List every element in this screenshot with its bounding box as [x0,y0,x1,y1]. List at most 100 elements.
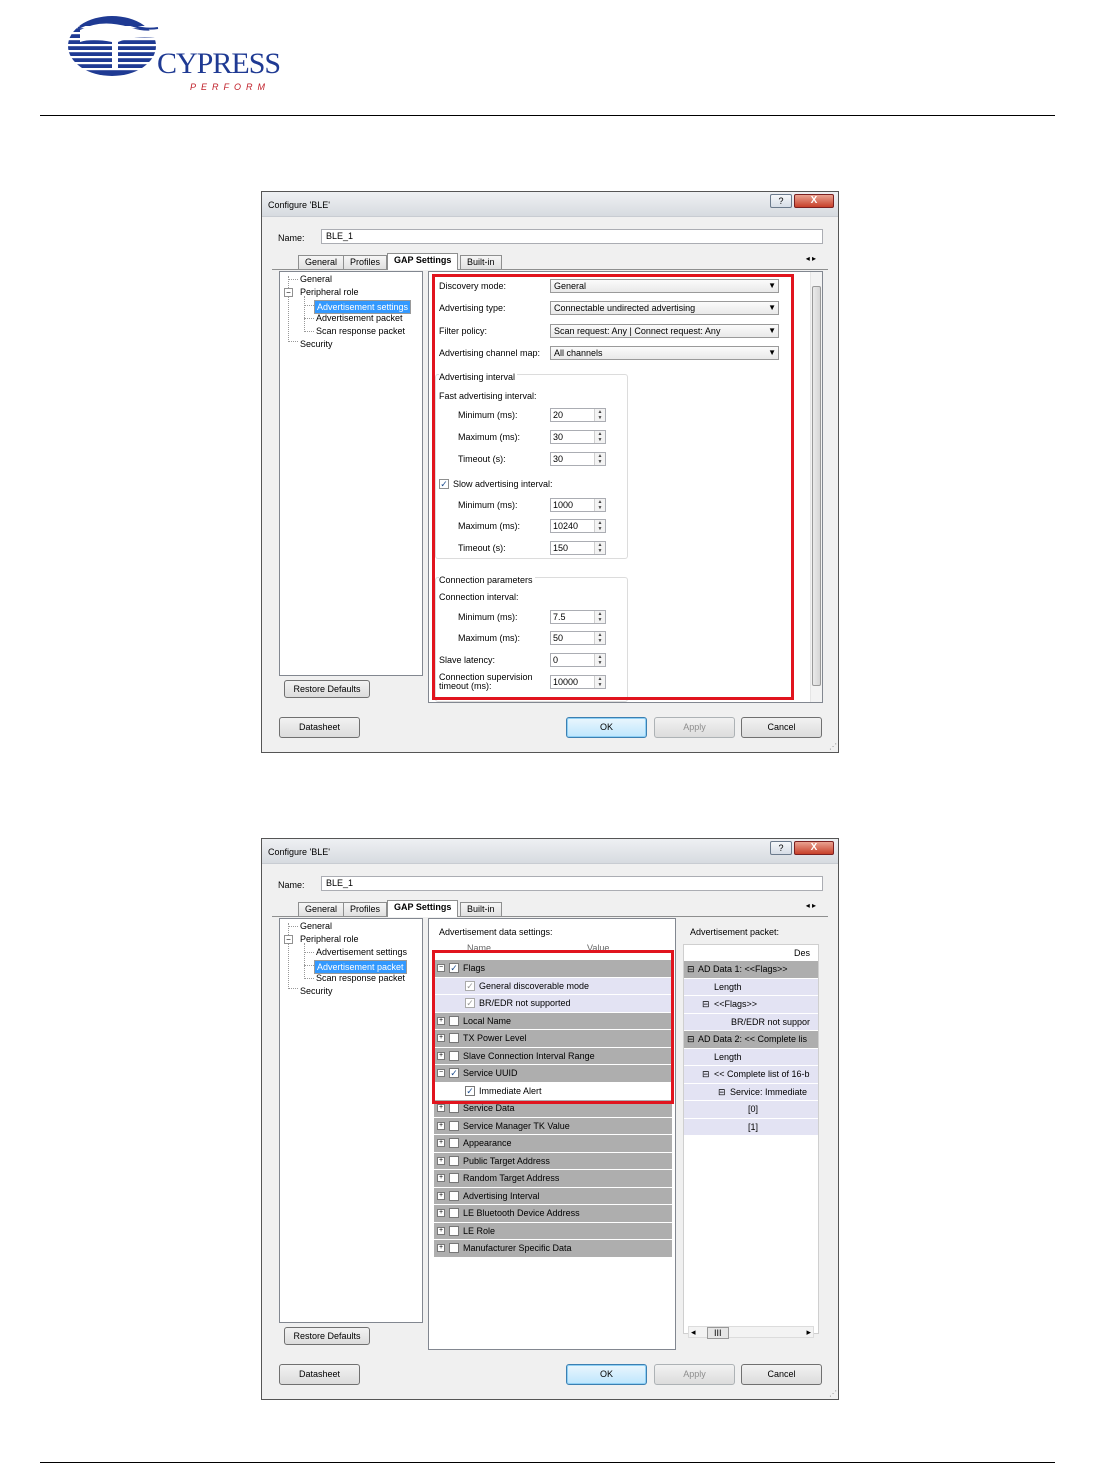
checkbox[interactable] [449,1225,459,1236]
tree-item-advertisement-settings[interactable]: Advertisement settings [314,300,412,314]
packet-row[interactable]: ⊟ <<Flags>> [684,996,818,1014]
horizontal-scrollbar[interactable]: ◂ III ▸ [688,1326,814,1339]
configure-dialog-gap-settings: Configure 'BLE' ? X Name: BLE_1 General … [261,191,839,753]
checkbox[interactable] [449,1173,459,1183]
name-input[interactable]: BLE_1 [321,876,823,891]
tab-scroll-arrows[interactable]: ◂ ▸ [806,901,816,910]
row-public-target-address[interactable]: + Public Target Address [434,1152,672,1170]
tree-item-peripheral-role[interactable]: Peripheral role [300,934,359,944]
apply-button[interactable]: Apply [654,1364,735,1385]
tree-item-general[interactable]: General [300,921,332,931]
expand-icon[interactable]: + [437,1156,445,1165]
checkbox[interactable] [449,1190,459,1201]
row-advertising-interval[interactable]: + Advertising Interval [434,1187,672,1205]
tab-built-in[interactable]: Built-in [460,255,502,269]
row-le-role[interactable]: + LE Role [434,1222,672,1240]
header-rule [40,115,1055,116]
footer-rule [40,1462,1055,1463]
row-le-bluetooth-device-address[interactable]: + LE Bluetooth Device Address [434,1205,672,1223]
collapse-icon[interactable]: ⊟ [687,964,695,975]
datasheet-button[interactable]: Datasheet [279,717,360,738]
restore-defaults-button[interactable]: Restore Defaults [284,1327,370,1345]
tree-item-advertisement-settings[interactable]: Advertisement settings [316,947,407,957]
checkbox[interactable] [449,1103,459,1113]
packet-row-label: Length [714,981,742,992]
packet-row[interactable]: ⊟ Service: Immediate [684,1083,818,1101]
collapse-icon[interactable]: ⊟ [687,1034,695,1045]
resize-grip-icon[interactable]: ⋰ [829,742,837,751]
close-button[interactable]: X [794,841,834,855]
tree-item-advertisement-packet[interactable]: Advertisement packet [316,313,403,323]
datasheet-button[interactable]: Datasheet [279,1364,360,1385]
tab-profiles[interactable]: Profiles [343,902,388,916]
row-service-manager-tk[interactable]: + Service Manager TK Value [434,1117,672,1135]
collapse-icon[interactable]: − [284,935,293,944]
apply-button[interactable]: Apply [654,717,735,738]
collapse-icon[interactable]: ⊟ [702,999,710,1010]
expand-icon[interactable]: + [437,1226,445,1235]
packet-row-label: [0] [748,1104,759,1114]
expand-icon[interactable]: + [437,1139,445,1147]
packet-row[interactable]: BR/EDR not suppor [684,1013,818,1031]
cancel-button[interactable]: Cancel [741,1364,822,1385]
help-button[interactable]: ? [770,841,792,855]
packet-row[interactable]: Length [684,978,818,996]
highlight-box [432,274,794,700]
tab-gap-settings[interactable]: GAP Settings [387,253,459,270]
collapse-icon[interactable]: ⊟ [718,1087,726,1098]
expand-icon[interactable]: + [437,1104,445,1112]
packet-row[interactable]: ⊟ << Complete list of 16-b [684,1066,818,1084]
cancel-button[interactable]: Cancel [741,717,822,738]
tree-item-advertisement-packet[interactable]: Advertisement packet [314,960,407,974]
expand-icon[interactable]: + [437,1244,445,1252]
checkbox[interactable] [449,1208,459,1218]
row-label: LE Role [463,1225,496,1236]
tab-gap-settings[interactable]: GAP Settings [387,900,459,917]
row-random-target-address[interactable]: + Random Target Address [434,1170,672,1188]
scroll-right-icon[interactable]: ▸ [806,1327,811,1338]
expand-icon[interactable]: + [437,1121,445,1130]
packet-row[interactable]: [1] [684,1118,818,1136]
tree-item-scan-response-packet[interactable]: Scan response packet [316,973,405,983]
tab-scroll-arrows[interactable]: ◂ ▸ [806,254,816,263]
row-manufacturer-specific-data[interactable]: + Manufacturer Specific Data [434,1240,672,1258]
tab-profiles[interactable]: Profiles [343,255,388,269]
tree-item-general[interactable]: General [300,274,332,284]
ok-button[interactable]: OK [566,1364,647,1385]
resize-grip-icon[interactable]: ⋰ [829,1389,837,1398]
tab-general[interactable]: General [298,255,345,269]
tree-item-security[interactable]: Security [300,986,333,996]
packet-row[interactable]: [0] [684,1101,818,1119]
row-label: LE Bluetooth Device Address [463,1208,580,1218]
checkbox[interactable] [449,1120,459,1131]
tab-general[interactable]: General [298,902,345,916]
checkbox[interactable] [449,1155,459,1166]
collapse-icon[interactable]: ⊟ [702,1069,710,1080]
expand-icon[interactable]: + [437,1174,445,1182]
checkbox[interactable] [449,1243,459,1253]
name-input[interactable]: BLE_1 [321,229,823,244]
collapse-icon[interactable]: − [284,288,293,297]
restore-defaults-button[interactable]: Restore Defaults [284,680,370,698]
scrollbar-thumb[interactable]: III [707,1327,729,1339]
ok-button[interactable]: OK [566,717,647,738]
packet-row[interactable]: ⊟ AD Data 2: << Complete lis [684,1031,818,1049]
expand-icon[interactable]: + [437,1209,445,1217]
tab-built-in[interactable]: Built-in [460,902,502,916]
scrollbar-thumb[interactable] [812,286,821,686]
scroll-left-icon[interactable]: ◂ [691,1327,696,1338]
expand-icon[interactable]: + [437,1191,445,1200]
vertical-scrollbar[interactable] [810,272,822,702]
tree-item-security[interactable]: Security [300,339,333,349]
packet-row[interactable]: ⊟ AD Data 1: <<Flags>> [684,961,818,979]
window-title: Configure 'BLE' [268,200,330,210]
checkbox[interactable] [449,1138,459,1148]
tree-guide [304,318,314,319]
close-button[interactable]: X [794,194,834,208]
settings-tree: General − Peripheral role Advertisement … [279,918,423,1323]
help-button[interactable]: ? [770,194,792,208]
packet-row[interactable]: Length [684,1048,818,1066]
tree-item-scan-response-packet[interactable]: Scan response packet [316,326,405,336]
row-appearance[interactable]: + Appearance [434,1135,672,1153]
tree-item-peripheral-role[interactable]: Peripheral role [300,287,359,297]
